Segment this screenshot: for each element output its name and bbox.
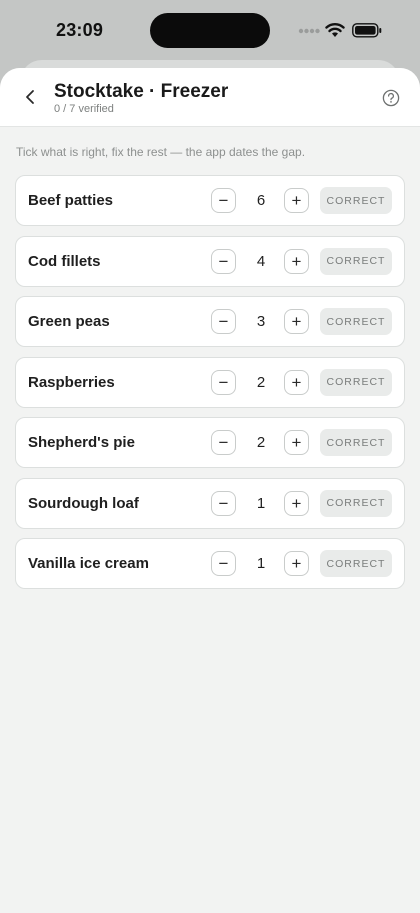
list-item: Sourdough loaf − 1 + CORRECT xyxy=(15,477,405,529)
item-name: Sourdough loaf xyxy=(28,494,139,512)
item-name: Raspberries xyxy=(28,373,115,391)
correct-button[interactable]: CORRECT xyxy=(320,187,392,214)
chevron-left-icon xyxy=(26,90,34,104)
cellular-signal-icon xyxy=(298,28,320,34)
battery-icon xyxy=(352,23,382,38)
correct-button[interactable]: CORRECT xyxy=(320,550,392,577)
item-quantity: 1 xyxy=(256,555,266,572)
increase-button[interactable]: + xyxy=(284,369,309,395)
list-item: Beef patties − 6 + CORRECT xyxy=(15,175,405,226)
item-quantity: 6 xyxy=(256,192,266,209)
decrease-button[interactable]: − xyxy=(211,430,236,455)
correct-button[interactable]: CORRECT xyxy=(320,247,392,275)
page-title: Stocktake · Freezer xyxy=(54,81,229,102)
decrease-button[interactable]: − xyxy=(211,551,236,576)
item-name: Beef patties xyxy=(28,192,114,209)
item-name: Vanilla ice cream xyxy=(28,555,149,572)
item-quantity: 2 xyxy=(256,434,266,451)
list-item: Raspberries − 2 + CORRECT xyxy=(15,356,405,408)
item-name: Shepherd's pie xyxy=(28,434,135,451)
decrease-button[interactable]: − xyxy=(211,248,236,274)
item-quantity: 2 xyxy=(256,373,266,391)
status-bar: 23:09 xyxy=(0,0,420,62)
increase-button[interactable]: + xyxy=(284,551,309,576)
correct-button[interactable]: CORRECT xyxy=(320,429,392,456)
item-quantity: 4 xyxy=(256,252,266,270)
back-button[interactable] xyxy=(20,86,40,108)
correct-button[interactable]: CORRECT xyxy=(320,368,392,396)
item-name: Green peas xyxy=(28,313,110,330)
increase-button[interactable]: + xyxy=(284,248,309,274)
sheet-header: Stocktake · Freezer 0 / 7 verified xyxy=(0,68,420,127)
stock-item-list: Beef patties − 6 + CORRECT Cod fillets −… xyxy=(15,175,405,599)
item-name: Cod fillets xyxy=(28,252,101,270)
increase-button[interactable]: + xyxy=(284,490,309,516)
dynamic-island xyxy=(150,13,270,48)
wifi-icon xyxy=(325,23,345,37)
decrease-button[interactable]: − xyxy=(211,369,236,395)
item-quantity: 3 xyxy=(256,313,266,330)
list-item: Vanilla ice cream − 1 + CORRECT xyxy=(15,538,405,589)
instruction-text: Tick what is right, fix the rest — the a… xyxy=(16,145,306,159)
decrease-button[interactable]: − xyxy=(211,309,236,334)
list-item: Shepherd's pie − 2 + CORRECT xyxy=(15,417,405,468)
verified-count: 0 / 7 verified xyxy=(54,103,114,115)
decrease-button[interactable]: − xyxy=(211,490,236,516)
item-quantity: 1 xyxy=(256,494,266,512)
correct-button[interactable]: CORRECT xyxy=(320,308,392,335)
increase-button[interactable]: + xyxy=(284,188,309,213)
increase-button[interactable]: + xyxy=(284,309,309,334)
stocktake-sheet: Stocktake · Freezer 0 / 7 verified Tick … xyxy=(0,68,420,913)
list-item: Green peas − 3 + CORRECT xyxy=(15,296,405,347)
question-circle-icon[interactable] xyxy=(382,89,400,107)
status-time: 23:09 xyxy=(56,20,104,40)
increase-button[interactable]: + xyxy=(284,430,309,455)
list-item: Cod fillets − 4 + CORRECT xyxy=(15,235,405,287)
correct-button[interactable]: CORRECT xyxy=(320,489,392,517)
decrease-button[interactable]: − xyxy=(211,188,236,213)
